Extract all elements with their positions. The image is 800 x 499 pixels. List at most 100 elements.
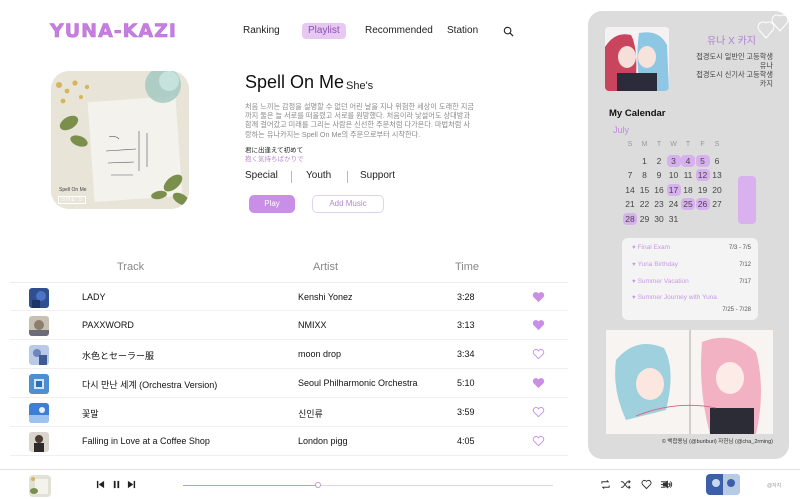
- calendar-day[interactable]: 26: [695, 198, 710, 211]
- calendar-day[interactable]: 17: [666, 183, 681, 196]
- track-name: Falling in Love at a Coffee Shop: [82, 436, 210, 446]
- calendar-day[interactable]: 6: [710, 155, 724, 167]
- track-artist: 신인류: [298, 409, 323, 419]
- table-row[interactable]: PAXXWORD NMIXX 3:13: [10, 311, 568, 340]
- album-cover-tag: SHE'S: [58, 196, 87, 204]
- track-time: 3:34: [457, 349, 475, 359]
- illustration-credit: © 백합용님 (@buriburi) 자헌님 (@cha_2rming): [661, 439, 773, 445]
- track-thumbnail: [29, 345, 49, 365]
- play-button[interactable]: Play: [249, 195, 295, 213]
- calendar-day[interactable]: 7: [623, 169, 637, 181]
- nav-playlist[interactable]: Playlist: [302, 23, 346, 39]
- heart-filled-icon[interactable]: [532, 291, 545, 303]
- heart-outline-icon[interactable]: [532, 348, 545, 360]
- heart-outline-icon[interactable]: [641, 479, 652, 490]
- progress-fill: [183, 485, 318, 486]
- calendar-weekday: S: [714, 141, 720, 148]
- column-header-track: Track: [117, 261, 145, 273]
- track-thumbnail: [29, 316, 49, 336]
- tab-youth[interactable]: Youth: [306, 170, 331, 181]
- now-playing-cover[interactable]: [29, 475, 51, 497]
- calendar-day[interactable]: 24: [667, 198, 681, 210]
- calendar-day[interactable]: 10: [667, 169, 681, 181]
- track-time: 3:13: [457, 320, 475, 330]
- song-artist[interactable]: She's: [346, 80, 373, 92]
- progress-knob[interactable]: [315, 482, 321, 488]
- event-item[interactable]: ♥ Summer Journey with Yuna: [632, 294, 717, 301]
- track-time: 3:28: [457, 292, 475, 302]
- calendar-day[interactable]: 2: [652, 155, 666, 167]
- calendar-day[interactable]: 14: [623, 184, 637, 196]
- calendar-day[interactable]: 22: [638, 198, 652, 210]
- calendar-day[interactable]: 1: [638, 155, 652, 167]
- search-icon[interactable]: [503, 26, 514, 37]
- nav-station[interactable]: Station: [447, 23, 478, 39]
- calendar-day[interactable]: 4: [681, 155, 695, 167]
- track-name: 水色とセーラー服: [82, 351, 155, 361]
- calendar-scroll-bar[interactable]: [738, 176, 756, 224]
- track-artist: Kenshi Yonez: [298, 292, 353, 302]
- nav-recommended[interactable]: Recommended: [365, 23, 433, 39]
- calendar-day[interactable]: 8: [638, 169, 652, 181]
- add-music-button[interactable]: Add Music: [312, 195, 384, 213]
- track-time: 3:59: [457, 407, 475, 417]
- calendar-day[interactable]: 12: [695, 169, 710, 182]
- calendar-day[interactable]: 27: [710, 198, 724, 210]
- heart-filled-icon[interactable]: [532, 319, 545, 331]
- progress-bar[interactable]: [183, 482, 553, 488]
- calendar-day[interactable]: 20: [710, 184, 724, 196]
- profile-avatar[interactable]: [605, 27, 669, 91]
- event-item[interactable]: ♥ Final Exam: [632, 244, 670, 251]
- illustration-image: [606, 330, 773, 434]
- previous-track-icon[interactable]: [96, 480, 105, 489]
- nav-ranking[interactable]: Ranking: [243, 23, 280, 39]
- calendar-day[interactable]: 25: [681, 198, 695, 211]
- heart-outline-icon[interactable]: [532, 435, 545, 447]
- tab-special[interactable]: Special: [245, 170, 278, 181]
- track-thumbnail: [29, 374, 49, 394]
- calendar-day[interactable]: 5: [695, 155, 710, 167]
- track-thumbnail: [29, 403, 49, 423]
- calendar-day[interactable]: 15: [638, 184, 652, 196]
- calendar-day[interactable]: 30: [652, 213, 666, 225]
- event-item[interactable]: ♥ Yuna Birthday: [632, 261, 678, 268]
- album-cover[interactable]: Spell On Me SHE'S: [51, 71, 189, 209]
- calendar-day[interactable]: 9: [652, 169, 666, 181]
- table-row[interactable]: 水色とセーラー服 moon drop 3:34: [10, 340, 568, 369]
- calendar-weekday: T: [656, 141, 662, 148]
- pause-icon[interactable]: [112, 480, 121, 489]
- tab-divider: [291, 171, 292, 183]
- calendar-day[interactable]: 16: [652, 184, 666, 196]
- event-date: 7/17: [739, 279, 751, 285]
- calendar-day[interactable]: 21: [623, 198, 637, 210]
- calendar-weekday: M: [641, 141, 648, 148]
- tab-divider: [347, 171, 348, 183]
- calendar-day[interactable]: 18: [681, 184, 695, 196]
- heart-filled-icon[interactable]: [532, 377, 545, 389]
- table-row[interactable]: Falling in Love at a Coffee Shop London …: [10, 427, 568, 456]
- calendar-day[interactable]: 19: [696, 184, 710, 196]
- track-name: 다시 만난 세계 (Orchestra Version): [82, 380, 218, 390]
- song-title: Spell On Me: [245, 72, 345, 92]
- calendar-day[interactable]: 23: [652, 198, 666, 210]
- volume-icon[interactable]: [662, 479, 673, 490]
- tab-support[interactable]: Support: [360, 170, 395, 181]
- shuffle-icon[interactable]: [620, 479, 631, 490]
- repeat-icon[interactable]: [600, 479, 611, 490]
- table-row[interactable]: LADY Kenshi Yonez 3:28: [10, 282, 568, 311]
- next-track-icon[interactable]: [127, 480, 136, 489]
- calendar-day[interactable]: 11: [681, 169, 695, 181]
- calendar-day[interactable]: 13: [710, 169, 724, 181]
- artist-thumbnail[interactable]: [706, 474, 740, 495]
- column-header-time: Time: [455, 261, 480, 273]
- calendar-day[interactable]: 29: [638, 213, 652, 225]
- table-row[interactable]: 꽃말 신인류 3:59: [10, 398, 568, 427]
- table-row[interactable]: 다시 만난 세계 (Orchestra Version) Seoul Philh…: [10, 369, 568, 398]
- calendar-day[interactable]: 31: [667, 213, 681, 225]
- app-logo[interactable]: YUNA-KAZI: [50, 20, 177, 43]
- track-artist: London pigg: [298, 436, 348, 446]
- event-item[interactable]: ♥ Summer Vacation: [632, 278, 689, 285]
- calendar-day[interactable]: 3: [666, 155, 681, 167]
- calendar-day[interactable]: 28: [623, 212, 637, 225]
- heart-outline-icon[interactable]: [532, 406, 545, 418]
